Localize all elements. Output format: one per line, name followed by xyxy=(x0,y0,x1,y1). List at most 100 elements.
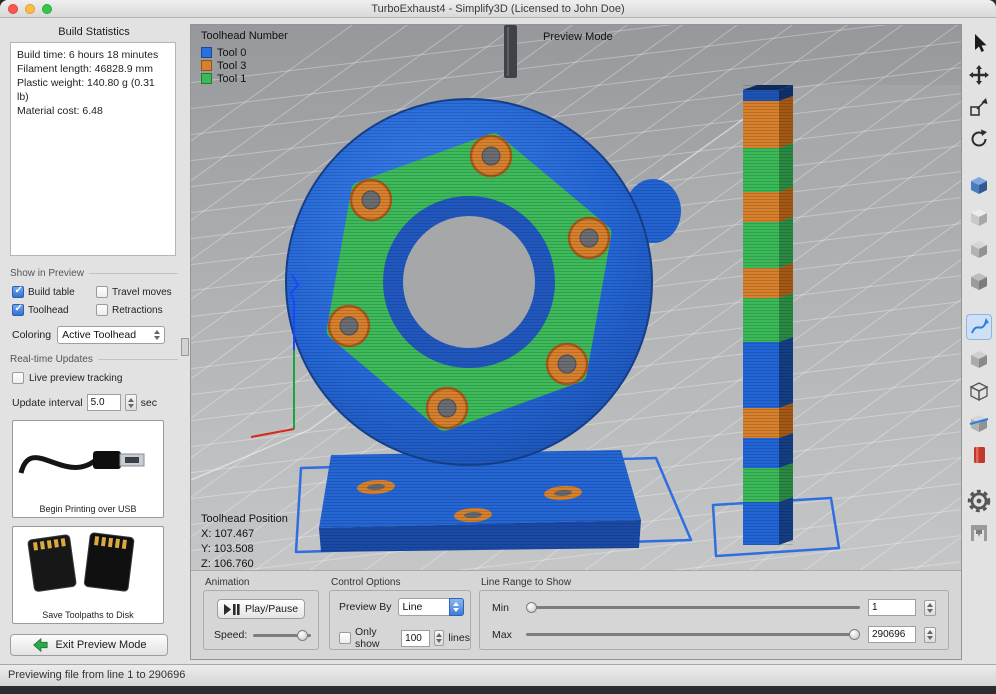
sd-cards-icon xyxy=(13,527,163,601)
speed-slider[interactable] xyxy=(253,630,311,641)
right-toolbar xyxy=(962,18,996,664)
only-show-checkbox[interactable] xyxy=(339,632,351,644)
lines-label: lines xyxy=(448,632,470,644)
update-interval-stepper[interactable] xyxy=(125,394,137,411)
speed-label: Speed: xyxy=(214,629,247,641)
toolhead-position-x: X: 107.467 xyxy=(201,527,288,542)
tool3-label: Tool 3 xyxy=(217,60,246,72)
toolhead-position-y: Y: 103.508 xyxy=(201,542,288,557)
play-pause-label: Play/Pause xyxy=(245,603,298,615)
coloring-dropdown[interactable]: Active Toolhead xyxy=(57,326,165,344)
sidebar: Build Statistics Build time: 6 hours 18 … xyxy=(0,18,188,664)
view-cube-top-icon[interactable] xyxy=(966,204,992,230)
line-range-title: Line Range to Show xyxy=(481,577,949,588)
view-cube-front-icon[interactable] xyxy=(966,236,992,262)
tool1-label: Tool 1 xyxy=(217,73,246,85)
desktop-background xyxy=(0,686,996,694)
toolhead-checkbox[interactable] xyxy=(12,304,24,316)
window-title: TurboExhaust4 - Simplify3D (Licensed to … xyxy=(0,0,996,18)
only-show-stepper[interactable] xyxy=(434,630,445,646)
settings-gear-icon[interactable] xyxy=(966,488,992,514)
min-line-slider[interactable] xyxy=(526,602,860,613)
viewport-frame: Toolhead Number Tool 0 Tool 3 Tool 1 Pre… xyxy=(190,24,962,660)
checkbox-row-toolhead: Toolhead xyxy=(12,304,69,316)
live-preview-label: Live preview tracking xyxy=(29,373,122,384)
dropdown-stepper-icon xyxy=(449,598,464,616)
view-cube-side-icon[interactable] xyxy=(966,268,992,294)
support-structures-icon[interactable] xyxy=(966,442,992,468)
stat-material-cost: Material cost: 6.48 xyxy=(17,104,169,118)
show-in-preview-header: Show in Preview xyxy=(10,268,178,279)
begin-printing-usb-button[interactable]: Begin Printing over USB xyxy=(12,420,164,518)
sd-button-label: Save Toolpaths to Disk xyxy=(13,610,163,620)
zoom-button[interactable] xyxy=(42,4,52,14)
wireframe-view-icon[interactable] xyxy=(966,378,992,404)
usb-button-label: Begin Printing over USB xyxy=(13,504,163,514)
only-show-field[interactable]: 100 xyxy=(401,630,430,647)
3d-viewport[interactable]: Toolhead Number Tool 0 Tool 3 Tool 1 Pre… xyxy=(191,25,961,570)
zoom-view-icon[interactable] xyxy=(966,94,992,120)
toolhead-legend: Toolhead Number Tool 0 Tool 3 Tool 1 xyxy=(201,30,288,85)
rotate-view-icon[interactable] xyxy=(966,126,992,152)
retractions-checkbox[interactable] xyxy=(96,304,108,316)
tool0-color-swatch xyxy=(201,47,212,58)
max-line-slider[interactable] xyxy=(526,629,860,640)
max-label: Max xyxy=(492,629,518,641)
min-label: Min xyxy=(492,602,518,614)
control-options-group: Control Options Preview By Line Only sho… xyxy=(329,577,471,650)
max-line-stepper[interactable] xyxy=(924,627,936,643)
min-line-stepper[interactable] xyxy=(924,600,936,616)
build-statistics-box: Build time: 6 hours 18 minutes Filament … xyxy=(10,42,176,256)
coloring-value: Active Toolhead xyxy=(62,329,136,341)
legend-item-tool3: Tool 3 xyxy=(201,59,288,72)
play-pause-icon xyxy=(224,604,240,615)
play-pause-button[interactable]: Play/Pause xyxy=(217,599,305,619)
build-table-checkbox[interactable] xyxy=(12,286,24,298)
preview-by-value: Line xyxy=(403,601,423,613)
save-toolpaths-button[interactable]: Save Toolpaths to Disk xyxy=(12,526,164,624)
min-line-field[interactable]: 1 xyxy=(868,599,916,616)
move-view-icon[interactable] xyxy=(966,62,992,88)
3d-scene xyxy=(191,25,961,570)
sidebar-splitter-handle[interactable] xyxy=(181,338,189,356)
view-cube-default-icon[interactable] xyxy=(966,172,992,198)
live-preview-checkbox[interactable] xyxy=(12,372,24,384)
coloring-label: Coloring xyxy=(12,329,51,341)
speed-slider-thumb[interactable] xyxy=(297,630,308,641)
update-interval-unit: sec xyxy=(141,397,157,409)
travel-moves-checkbox[interactable] xyxy=(96,286,108,298)
exit-button-label: Exit Preview Mode xyxy=(55,639,146,651)
toolpath-preview-icon[interactable] xyxy=(966,314,992,340)
update-interval-label: Update interval xyxy=(12,397,83,409)
checkbox-row-retractions: Retractions xyxy=(96,304,163,316)
arrow-left-icon xyxy=(31,637,49,653)
tool1-color-swatch xyxy=(201,73,212,84)
stat-plastic-weight: Plastic weight: 140.80 g (0.31 lb) xyxy=(17,76,169,104)
preview-by-dropdown[interactable]: Line xyxy=(398,598,464,616)
max-slider-thumb[interactable] xyxy=(849,629,860,640)
preview-mode-label: Preview Mode xyxy=(543,31,613,43)
exit-preview-mode-button[interactable]: Exit Preview Mode xyxy=(10,634,168,656)
min-slider-thumb[interactable] xyxy=(526,602,537,613)
update-interval-field[interactable]: 5.0 xyxy=(87,394,121,411)
max-line-field[interactable]: 290696 xyxy=(868,626,916,643)
toolhead-position-title: Toolhead Position xyxy=(201,512,288,527)
animation-group: Animation Play/Pause Speed: xyxy=(203,577,319,650)
build-table-label: Build table xyxy=(28,287,75,298)
toolhead-position-block: Toolhead Position X: 107.467 Y: 103.508 … xyxy=(201,512,288,570)
realtime-updates-header: Real-time Updates xyxy=(10,354,178,365)
model-view-cube-icon[interactable] xyxy=(966,346,992,372)
checkbox-row-build-table: Build table xyxy=(12,286,75,298)
cross-section-icon[interactable] xyxy=(966,410,992,436)
machine-control-icon[interactable] xyxy=(966,520,992,546)
travel-moves-label: Travel moves xyxy=(112,287,172,298)
only-show-label: Only show xyxy=(355,626,397,650)
animation-group-title: Animation xyxy=(205,577,319,588)
chevron-up-down-icon xyxy=(154,330,160,340)
toolhead-position-z: Z: 106.760 xyxy=(201,557,288,570)
close-button[interactable] xyxy=(8,4,18,14)
select-tool-icon[interactable] xyxy=(966,30,992,56)
tool0-label: Tool 0 xyxy=(217,47,246,59)
minimize-button[interactable] xyxy=(25,4,35,14)
preview-controls-bar: Animation Play/Pause Speed: xyxy=(191,570,961,659)
